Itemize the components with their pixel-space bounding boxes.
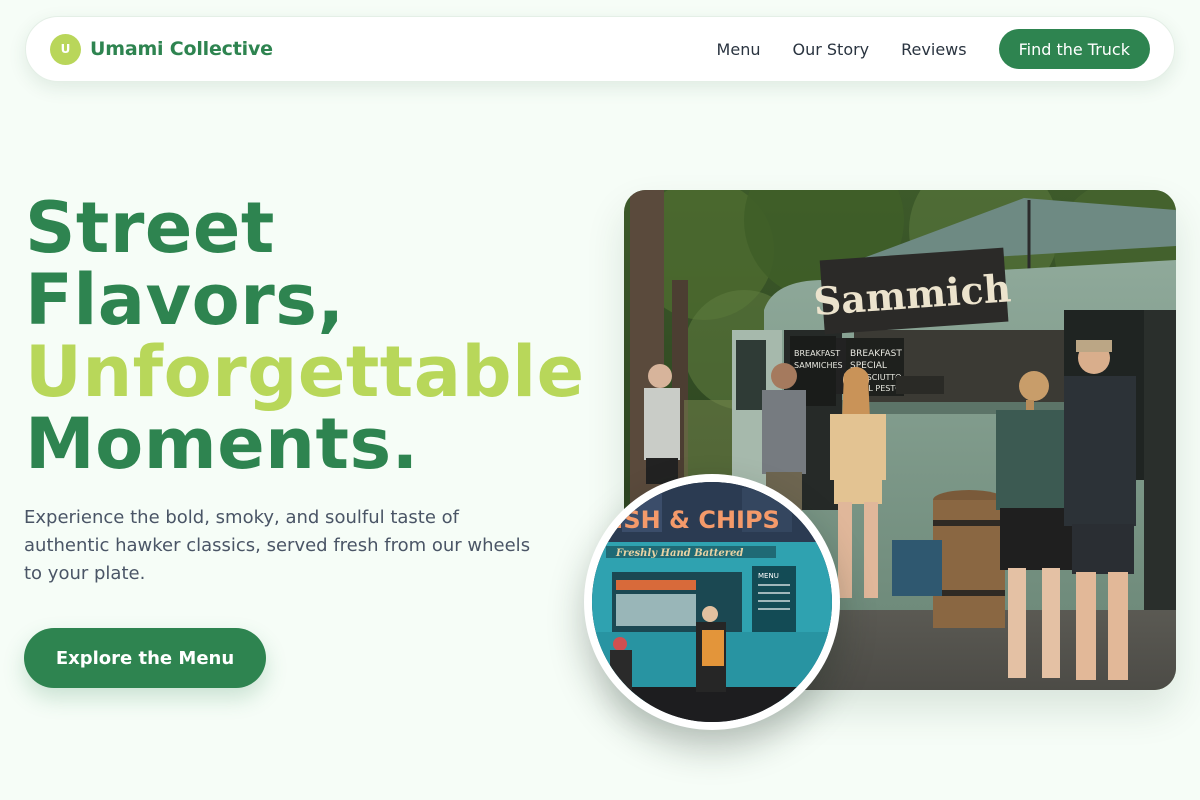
- hero-title-line-2: Flavors,: [25, 259, 345, 341]
- nav-link-reviews[interactable]: Reviews: [901, 40, 966, 59]
- svg-text:BREAKFAST: BREAKFAST: [850, 349, 902, 359]
- hero-title-line-1: Street: [25, 187, 275, 269]
- hero-title: Street Flavors, Unforgettable Moments.: [25, 192, 585, 480]
- nav-link-menu[interactable]: Menu: [717, 40, 761, 59]
- neon-sign: FISH & CHIPS: [598, 506, 780, 534]
- circle-image-frame: FISH & CHIPS Freshly Hand Battered MENU: [584, 474, 840, 730]
- svg-text:BREAKFAST: BREAKFAST: [794, 349, 840, 358]
- logo-badge: U: [50, 33, 81, 65]
- fish-and-chips-truck-image: FISH & CHIPS Freshly Hand Battered MENU: [592, 482, 832, 722]
- svg-text:SAMMICHES: SAMMICHES: [794, 361, 843, 370]
- nav-links: Menu Our Story Reviews: [717, 40, 967, 59]
- truck-banner: Freshly Hand Battered: [615, 548, 743, 559]
- hero-subtitle: Experience the bold, smoky, and soulful …: [24, 507, 531, 584]
- hero-title-highlight: Unforgettable: [25, 331, 585, 413]
- brand-name: Umami Collective: [90, 38, 273, 60]
- top-navbar: U Umami Collective Menu Our Story Review…: [25, 16, 1175, 82]
- explore-menu-button[interactable]: Explore the Menu: [24, 628, 266, 688]
- nav-link-our-story[interactable]: Our Story: [792, 40, 869, 59]
- menu-board: MENU: [758, 572, 779, 580]
- brand[interactable]: U Umami Collective: [50, 33, 273, 65]
- hero-title-line-4: Moments.: [25, 403, 419, 485]
- find-the-truck-button[interactable]: Find the Truck: [998, 29, 1150, 69]
